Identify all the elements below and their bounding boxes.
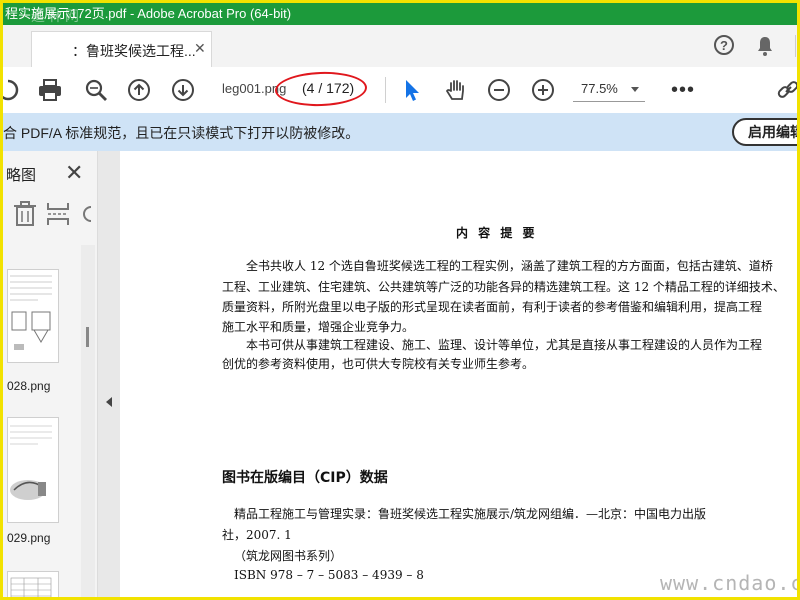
cip-heading: 图书在版编目（CIP）数据 (222, 470, 388, 486)
red-annotation-ellipse (274, 70, 368, 108)
paragraph-line: 创优的参考资料使用，也可供大专院校有关专业师生参考。 (222, 357, 535, 371)
toolbar-divider (385, 77, 386, 103)
thumbnail-preview (10, 425, 52, 500)
previous-page-icon[interactable] (126, 77, 152, 103)
collapse-panel-icon[interactable] (106, 397, 112, 407)
rotate-icon[interactable] (81, 201, 95, 227)
panel-scrollbar[interactable] (81, 245, 95, 597)
readonly-info-banner: 合 PDF/A 标准规范，且已在只读模式下打开以防被修改。 启用编辑 (3, 113, 797, 151)
thumbnail-preview (10, 577, 52, 597)
cip-line: ISBN 978 – 7 – 5083 – 4939 – 8 (234, 568, 424, 582)
panel-title: 略图 (6, 167, 37, 184)
thumbnail-preview (10, 275, 52, 350)
paragraph-line: 全书共收人 12 个选自鲁班奖候选工程的工程实例，涵盖了建筑工程的方方面面，包括… (246, 259, 773, 273)
trash-icon[interactable] (13, 201, 37, 227)
zoom-search-icon[interactable] (83, 77, 109, 103)
zoom-value: 77.5% (581, 81, 618, 96)
paragraph-line: 质量资料，所附光盘里以电子版的形式呈现在读者面前，有利于读者的参考借鉴和编辑利用… (222, 300, 763, 314)
paragraph-line: 工程、工业建筑、住宅建筑、公共建筑等广泛的功能各异的精选建筑工程。这 12 个精… (222, 280, 785, 294)
panel-close-icon[interactable]: ✕ (65, 160, 83, 186)
panel-splitter[interactable] (98, 151, 120, 597)
summary-heading: 内 容 提 要 (456, 226, 538, 240)
paragraph-line: 本书可供从事建筑工程建设、施工、监理、设计等单位，尤其是直接从事工程建设的人员作… (246, 338, 763, 352)
zoom-out-icon[interactable] (486, 77, 512, 103)
bell-icon[interactable] (756, 35, 774, 57)
site-watermark: www.cndao.com (660, 571, 797, 595)
cip-line: 精品工程施工与管理实录：鲁班奖候选工程实施展示/筑龙网组编．—北京：中国电力出版 (234, 507, 707, 521)
thumbnail-label: 029.png (7, 531, 51, 545)
panel-toolbar (3, 201, 97, 231)
help-icon[interactable]: ? (714, 35, 734, 55)
paragraph-line: 施工水平和质量，增强企业竞争力。 (222, 320, 415, 334)
document-page: 内 容 提 要 全书共收人 12 个选自鲁班奖候选工程的工程实例，涵盖了建筑工程… (120, 151, 797, 597)
tab-close-icon[interactable]: ✕ (194, 40, 206, 57)
page-thumbnail[interactable] (7, 417, 59, 523)
extract-pages-icon[interactable] (46, 201, 70, 227)
tab-bar: ：鲁班奖候选工程... ✕ ? (3, 25, 797, 68)
zoom-dropdown[interactable]: 77.5% (573, 79, 645, 102)
thumbnails-panel: 略图 ✕ 028.png 029.png (3, 151, 98, 597)
page-thumbnail[interactable] (7, 571, 59, 597)
cip-line: （筑龙网图书系列） (234, 549, 343, 563)
banner-message: 合 PDF/A 标准规范，且已在只读模式下打开以防被修改。 (3, 125, 360, 141)
zoom-in-icon[interactable] (530, 77, 556, 103)
app-window: 程实施展示172页.pdf - Adobe Acrobat Pro (64-bi… (0, 0, 800, 600)
link-icon[interactable] (775, 77, 800, 103)
panel-resize-handle[interactable] (86, 327, 89, 347)
next-page-icon[interactable] (170, 77, 196, 103)
tab-label: ：鲁班奖候选工程... (72, 43, 196, 59)
chevron-down-icon (631, 87, 639, 92)
tabbar-divider (795, 35, 796, 57)
page-thumbnail[interactable] (7, 269, 59, 363)
thumbnail-label: 028.png (7, 379, 51, 393)
tab-document[interactable]: ：鲁班奖候选工程... ✕ (31, 31, 212, 67)
toolbar: leg001.png (4 / 172) 77.5% ••• (3, 67, 797, 114)
print-icon[interactable] (37, 77, 63, 103)
title-watermark: 道林网 (31, 8, 82, 24)
cip-line: 社，2007. 1 (222, 528, 292, 542)
undo-icon[interactable] (0, 77, 21, 103)
title-bar: 程实施展示172页.pdf - Adobe Acrobat Pro (64-bi… (3, 3, 797, 25)
more-tools-icon[interactable]: ••• (671, 79, 695, 102)
hand-tool-icon[interactable] (443, 77, 469, 103)
select-cursor-icon[interactable] (399, 77, 425, 103)
enable-editing-button[interactable]: 启用编辑 (732, 118, 797, 146)
